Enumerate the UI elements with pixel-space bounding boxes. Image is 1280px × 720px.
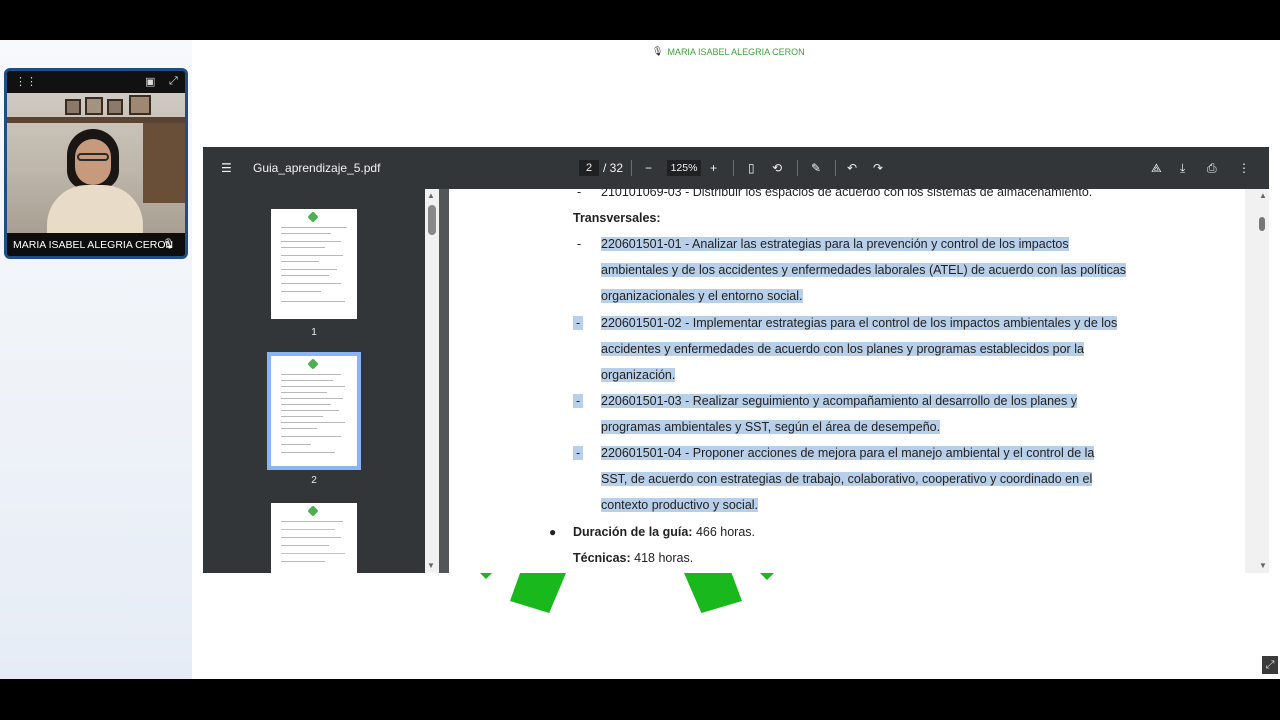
page-thumbnail[interactable] [271,503,357,573]
document-text-line: organización. [601,368,676,382]
active-speaker-indicator: 🎙 MARIA ISABEL ALEGRIA CERON [652,46,805,57]
picture-in-picture-icon[interactable]: ▣ [145,75,155,88]
document-text-line: accidentes y enfermedades de acuerdo con… [601,342,1084,356]
document-page: - 210101069-03 - Distribuir los espacios… [449,189,1245,573]
list-dash: - [573,394,584,408]
page-total: / 32 [603,161,624,175]
download-icon[interactable]: ⤓ [1180,147,1185,189]
document-text-line: ambientales y de los accidentes y enferm… [601,263,1127,277]
microphone-icon: 🎙 [652,46,664,56]
zoom-input[interactable]: 125% [667,160,701,176]
more-options-icon[interactable]: ⋮ [1238,147,1250,189]
expand-icon[interactable]: ⤢ [1262,656,1278,674]
page-thumbnail[interactable] [271,209,357,319]
thumbnail-label: 1 [311,327,317,338]
document-text-line: SST, de acuerdo con estrategias de traba… [601,472,1093,486]
rotate-icon[interactable]: ⟲ [772,147,782,189]
list-dash: - [573,446,584,460]
list-bullet: ● [549,525,557,539]
pdf-viewer: ☰ Guia_aprendizaje_5.pdf 2 / 32 − 125% +… [203,147,1269,573]
list-dash: - [577,237,582,251]
document-text-line: Duración de la guía: 466 horas. [573,525,756,539]
list-dash: - [573,316,584,330]
top-bar [0,0,1280,40]
annotate-icon[interactable]: ✎ [811,147,821,189]
redo-icon[interactable]: ↷ [873,147,883,189]
participant-video-tile[interactable]: ⋮⋮ ▣ ⤢ MARIA ISABEL ALEGRIA CERON 🎙 [4,68,188,259]
participant-name-label: MARIA ISABEL ALEGRIA CERON 🎙 [7,233,185,256]
fit-to-page-icon[interactable]: ▯ [748,147,755,189]
document-text-line: 220601501-03 - Realizar seguimiento y ac… [601,394,1077,408]
document-scrollbar[interactable]: ▲ ▼ [1245,189,1269,573]
page-number-input[interactable]: 2 [579,160,599,176]
pdf-filename: Guia_aprendizaje_5.pdf [253,161,381,175]
pdf-toolbar: ☰ Guia_aprendizaje_5.pdf 2 / 32 − 125% +… [203,147,1269,189]
drag-handle-icon[interactable]: ⋮⋮ [15,75,37,88]
video-feed [7,93,185,233]
undo-icon[interactable]: ↶ [847,147,857,189]
print-icon[interactable]: ⎙ [1207,147,1217,189]
fullscreen-icon[interactable]: ⤢ [169,75,178,88]
microphone-icon: 🎙 [162,239,175,250]
document-text-line: 220601501-02 - Implementar estrategias p… [601,316,1118,330]
list-dash: - [577,189,582,199]
document-text-line: contexto productivo y social. [601,498,759,512]
zoom-in-button[interactable]: + [710,147,717,189]
document-text-line: 220601501-04 - Proponer acciones de mejo… [601,446,1095,460]
document-text-line: organizacionales y el entorno social. [601,289,803,303]
zoom-out-button[interactable]: − [645,147,652,189]
document-text-line: programas ambientales y SST, según el ár… [601,420,941,434]
active-speaker-name: MARIA ISABEL ALEGRIA CERON [667,46,805,57]
page-thumbnail[interactable] [271,356,357,466]
bottom-bar [0,679,1280,720]
video-tile-header: ⋮⋮ ▣ ⤢ [7,71,185,93]
section-heading: Transversales: [573,211,661,225]
document-pane: - 210101069-03 - Distribuir los espacios… [439,189,1269,573]
save-to-drive-icon[interactable]: ⟁ [1151,147,1162,189]
document-text-line: 210101069-03 - Distribuir los espacios d… [601,189,1093,199]
document-text-line: Técnicas: 418 horas. [573,551,694,565]
menu-icon[interactable]: ☰ [221,147,232,189]
thumbnail-scrollbar[interactable]: ▲ ▼ [425,189,439,573]
document-text-line: 220601501-01 - Analizar las estrategias … [601,237,1069,251]
thumbnail-label: 2 [311,475,317,486]
thumbnail-sidebar: 1 2 ▲ ▼ [203,189,439,573]
